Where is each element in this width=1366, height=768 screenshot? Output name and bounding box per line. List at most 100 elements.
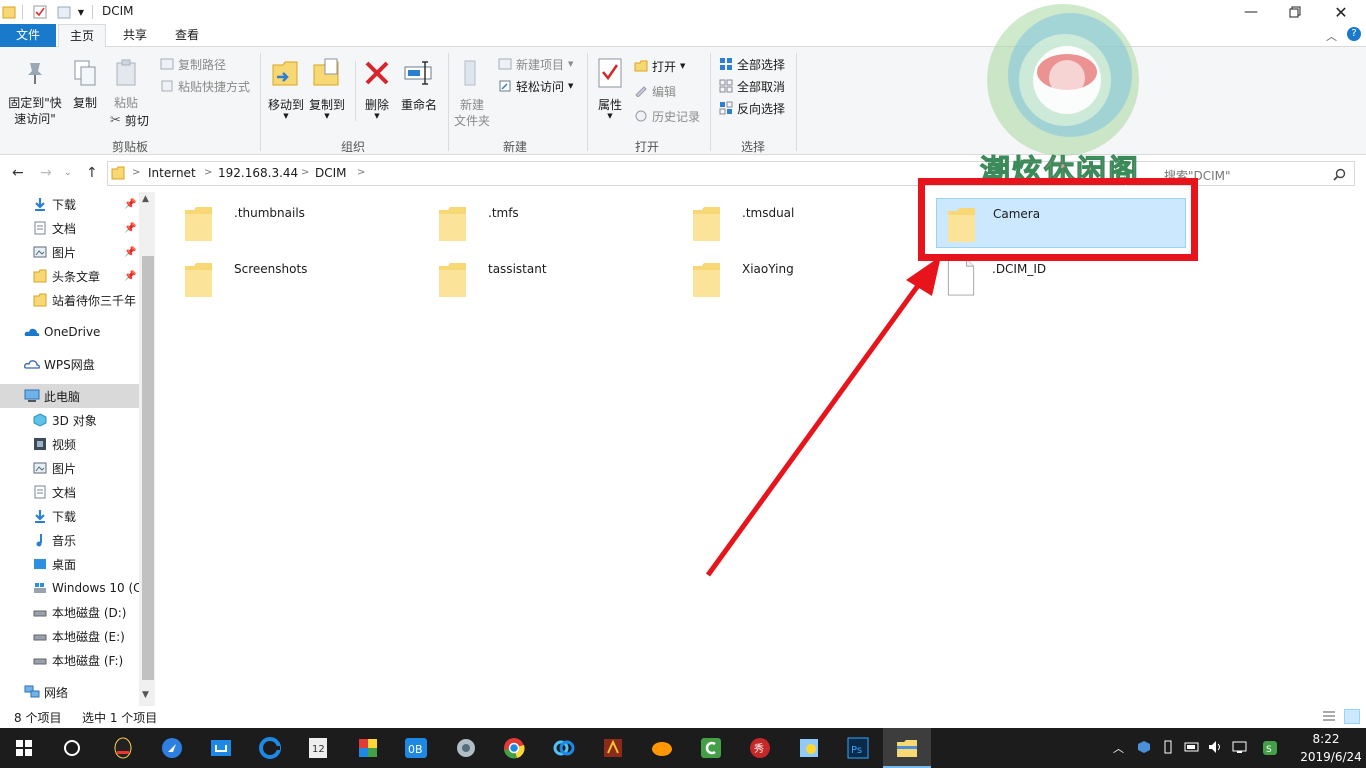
- breadcrumb-dcim[interactable]: DCIM: [315, 166, 347, 180]
- forward-icon[interactable]: →: [40, 165, 52, 181]
- tab-share[interactable]: 共享: [112, 24, 158, 47]
- tab-view[interactable]: 查看: [164, 24, 210, 47]
- move-to-button[interactable]: 移动到 ▼: [265, 57, 307, 120]
- edit-button[interactable]: 编辑: [634, 81, 676, 101]
- nav-item-wps[interactable]: WPS网盘: [0, 352, 139, 376]
- history-button[interactable]: 历史记录: [634, 106, 700, 126]
- pin-icon[interactable]: 📌: [124, 247, 136, 258]
- search-icon[interactable]: [56, 732, 88, 764]
- camtasia-icon[interactable]: [695, 732, 727, 764]
- office-icon[interactable]: [352, 732, 384, 764]
- open-button[interactable]: 打开 ▼: [634, 56, 685, 76]
- rename-button[interactable]: 重命名: [398, 57, 440, 113]
- thunder-icon[interactable]: [205, 732, 237, 764]
- help-icon[interactable]: ?: [1347, 27, 1361, 41]
- paste-shortcut-button[interactable]: 粘贴快捷方式: [160, 76, 250, 96]
- folder-item-screenshots[interactable]: Screenshots: [178, 254, 428, 304]
- breadcrumb-internet[interactable]: Internet: [148, 166, 196, 180]
- chrome-icon[interactable]: [498, 732, 530, 764]
- file-item-dcim-id[interactable]: .DCIM_ID: [936, 254, 1186, 304]
- paste-button[interactable]: 粘贴: [108, 59, 144, 111]
- clock-date[interactable]: 2019/6/24: [1296, 750, 1366, 764]
- fish-icon[interactable]: [646, 732, 678, 764]
- delete-button[interactable]: 删除 ▼: [360, 57, 394, 120]
- breadcrumb-host[interactable]: 192.168.3.44: [218, 166, 298, 180]
- nav-item-downloads[interactable]: 下载: [0, 192, 139, 216]
- pin-icon[interactable]: 📌: [124, 199, 136, 210]
- windows-start-icon[interactable]: [8, 732, 40, 764]
- new-item-button[interactable]: 新建项目 ▼: [498, 54, 573, 74]
- folder-item-tassistant[interactable]: tassistant: [432, 254, 682, 304]
- close-icon[interactable]: ✕: [1318, 0, 1364, 24]
- back-icon[interactable]: ←: [12, 165, 24, 181]
- select-all-button[interactable]: 全部选择: [719, 54, 785, 74]
- photoshop-icon[interactable]: Ps: [842, 732, 874, 764]
- volume-icon[interactable]: [1208, 740, 1224, 757]
- network-icon[interactable]: [1232, 740, 1248, 757]
- tab-file[interactable]: 文件: [0, 24, 56, 47]
- nav-item-folder[interactable]: 站着待你三千年: [0, 288, 139, 312]
- ob-icon[interactable]: 0B: [400, 732, 432, 764]
- meitu-icon[interactable]: 秀: [744, 732, 776, 764]
- feishu-icon[interactable]: [156, 732, 188, 764]
- usb-icon[interactable]: [1162, 740, 1174, 757]
- properties-icon[interactable]: [32, 3, 48, 21]
- select-none-button[interactable]: 全部取消: [719, 76, 785, 96]
- details-view-icon[interactable]: [1322, 710, 1336, 725]
- nav-item-drive-c[interactable]: Windows 10 (C: [0, 576, 139, 600]
- tab-home[interactable]: 主页: [58, 24, 106, 48]
- scroll-up-icon[interactable]: ▲: [142, 194, 149, 204]
- recent-locations-icon[interactable]: ⌄: [64, 168, 72, 178]
- properties-button[interactable]: 属性 ▼: [593, 57, 627, 120]
- game-icon[interactable]: [597, 732, 629, 764]
- pin-icon[interactable]: 📌: [124, 271, 136, 282]
- nav-item-documents[interactable]: 文档: [0, 216, 139, 240]
- nav-item-pictures[interactable]: 图片: [0, 240, 139, 264]
- paint-icon[interactable]: [793, 732, 825, 764]
- calculator-icon[interactable]: 12: [302, 732, 334, 764]
- nav-item-videos[interactable]: 视频: [0, 432, 139, 456]
- nav-item-documents-pc[interactable]: 文档: [0, 480, 139, 504]
- show-hidden-icons-icon[interactable]: ︿: [1113, 740, 1124, 756]
- clock-time[interactable]: 8:22: [1296, 732, 1356, 746]
- search-box[interactable]: 搜索"DCIM": [1127, 161, 1355, 186]
- folder-item-thumbnails[interactable]: .thumbnails: [178, 198, 428, 248]
- nav-item-downloads-pc[interactable]: 下载: [0, 504, 139, 528]
- nav-item-music[interactable]: 音乐: [0, 528, 139, 552]
- invert-selection-button[interactable]: 反向选择: [719, 98, 785, 118]
- explorer-icon[interactable]: [891, 732, 923, 764]
- folder-item-xiaoying[interactable]: XiaoYing: [686, 254, 936, 304]
- new-folder-icon[interactable]: [56, 3, 72, 21]
- tray-app-icon[interactable]: [1137, 740, 1151, 757]
- large-icons-view-icon[interactable]: [1344, 709, 1360, 724]
- scroll-down-icon[interactable]: ▼: [142, 690, 149, 700]
- new-folder-button[interactable]: 新建 文件夹: [452, 57, 492, 129]
- copy-path-button[interactable]: 复制路径: [160, 54, 226, 74]
- baidu-netdisk-icon[interactable]: [548, 732, 580, 764]
- edge-icon[interactable]: [254, 732, 286, 764]
- nav-item-drive-f[interactable]: 本地磁盘 (F:): [0, 648, 139, 672]
- maximize-icon[interactable]: [1272, 0, 1318, 24]
- qq-icon[interactable]: [107, 732, 139, 764]
- collapse-ribbon-icon[interactable]: ︿: [1326, 28, 1337, 44]
- nav-item-pictures-pc[interactable]: 图片: [0, 456, 139, 480]
- battery-icon[interactable]: [1184, 740, 1200, 757]
- dropdown-icon[interactable]: ▼: [76, 3, 86, 21]
- nav-item-3d[interactable]: 3D 对象: [0, 408, 139, 432]
- nav-item-drive-e[interactable]: 本地磁盘 (E:): [0, 624, 139, 648]
- folder-item-tmsdual[interactable]: .tmsdual: [686, 198, 936, 248]
- nav-scrollbar-thumb[interactable]: [142, 256, 154, 680]
- tool-icon[interactable]: [450, 732, 482, 764]
- copy-button[interactable]: 复制: [68, 59, 102, 111]
- nav-item-onedrive[interactable]: OneDrive: [0, 320, 139, 344]
- up-icon[interactable]: ↑: [86, 165, 98, 181]
- cut-button[interactable]: ✂ 剪切: [110, 110, 149, 130]
- folder-item-tmfs[interactable]: .tmfs: [432, 198, 682, 248]
- nav-item-desktop[interactable]: 桌面: [0, 552, 139, 576]
- nav-item-toutiao[interactable]: 头条文章: [0, 264, 139, 288]
- minimize-icon[interactable]: —: [1228, 0, 1274, 24]
- wps-tray-icon[interactable]: S: [1262, 740, 1278, 759]
- pin-quick-access-button[interactable]: 固定到"快 速访问": [4, 59, 66, 127]
- nav-item-this-pc[interactable]: 此电脑: [0, 384, 139, 408]
- folder-item-camera[interactable]: Camera: [936, 198, 1186, 248]
